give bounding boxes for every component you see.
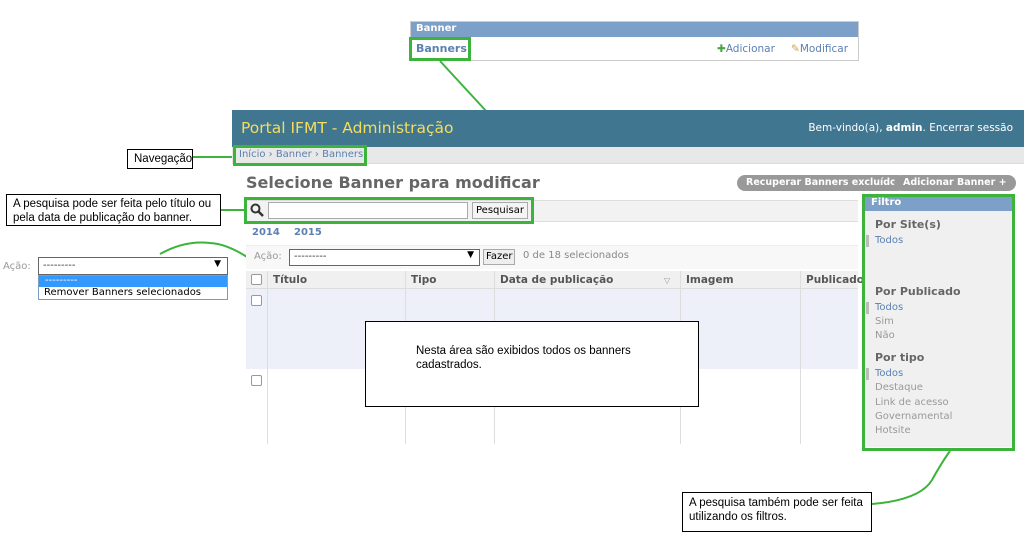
date-link-2014[interactable]: 2014 (252, 227, 280, 238)
left-selected-value: --------- (43, 260, 76, 271)
username: admin (885, 122, 923, 134)
recover-button[interactable]: Recuperar Banners excluído (737, 175, 906, 191)
left-action-label: Ação: (3, 261, 31, 272)
column-header-published[interactable]: Publicado (806, 274, 864, 286)
note-search: A pesquisa pode ser feita pelo título ou… (6, 194, 221, 226)
date-link-2015[interactable]: 2015 (294, 227, 322, 238)
dropdown-arrow-icon: ▼ (467, 250, 474, 260)
logout-link[interactable]: . Encerrar sessão (923, 122, 1013, 134)
selected-counter: 0 de 18 selecionados (523, 250, 629, 261)
column-divider (267, 271, 268, 444)
highlight-filter (862, 194, 1015, 451)
note-filters: A pesquisa também pode ser feita utiliza… (682, 492, 872, 532)
go-button[interactable]: Fazer (483, 249, 516, 265)
select-all-checkbox[interactable] (251, 274, 262, 285)
welcome-text: Bem-vindo(a), (808, 122, 886, 134)
highlight-breadcrumb (233, 145, 367, 166)
action-select[interactable]: --------- ▼ (289, 249, 480, 266)
row-checkbox[interactable] (251, 295, 262, 306)
site-title[interactable]: Portal IFMT - Administração (241, 119, 453, 137)
add-banner-button[interactable]: Adicionar Banner + (894, 175, 1016, 191)
highlight-search (244, 197, 534, 224)
column-header-image[interactable]: Imagem (686, 274, 734, 286)
column-divider (800, 271, 801, 444)
action-label: Ação: (254, 251, 282, 262)
dropdown-option-empty[interactable]: --------- (39, 276, 227, 287)
column-header-title[interactable]: Título (273, 274, 307, 286)
column-header-date[interactable]: Data de publicação (500, 274, 613, 286)
row-checkbox[interactable] (251, 375, 262, 386)
dropdown-option-remove[interactable]: Remover Banners selecionados (44, 287, 201, 298)
left-action-select[interactable]: --------- ▼ (38, 257, 228, 275)
note-list-area: Nesta área são exibidos todos os banners… (365, 321, 699, 407)
dropdown-arrow-icon: ▼ (214, 259, 221, 269)
user-tools: Bem-vindo(a), admin. Encerrar sessão (808, 122, 1013, 134)
column-header-type[interactable]: Tipo (411, 274, 437, 286)
sort-arrow-icon[interactable]: ▽ (664, 276, 670, 285)
action-selected-value: --------- (294, 251, 327, 262)
note-navigation: Navegação (127, 149, 193, 169)
page-title: Selecione Banner para modificar (246, 173, 540, 192)
